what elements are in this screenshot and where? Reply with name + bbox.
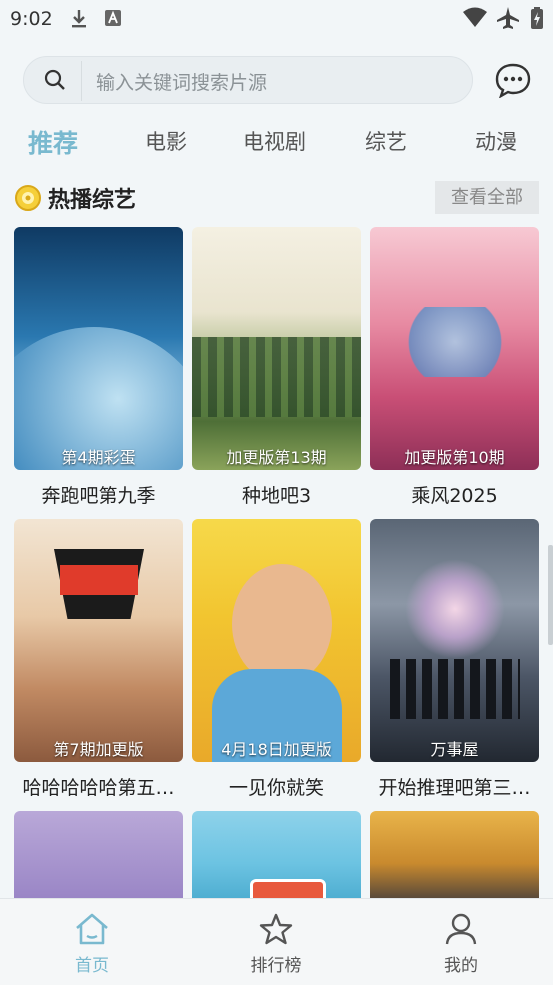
show-title: 开始推理吧第三…	[378, 777, 531, 799]
search-divider	[81, 61, 82, 101]
poster-image: 第4期彩蛋	[14, 227, 183, 470]
nav-ranking[interactable]: 排行榜	[216, 899, 336, 985]
poster-image: 加更版第13期	[192, 227, 361, 470]
wifi-icon	[463, 7, 487, 27]
status-bar: 9:02	[0, 0, 553, 40]
tab-variety[interactable]: 综艺	[365, 126, 407, 156]
star-icon	[259, 913, 293, 945]
poster-caption: 加更版第10期	[404, 448, 505, 467]
tab-tv-series[interactable]: 电视剧	[243, 126, 306, 156]
poster-image	[370, 811, 539, 898]
download-icon	[72, 10, 86, 28]
show-title: 奔跑吧第九季	[41, 485, 156, 507]
status-time: 9:02	[10, 8, 53, 30]
poster-image: 第7期加更版	[14, 519, 183, 762]
show-title: 哈哈哈哈哈第五…	[22, 777, 175, 799]
tab-movies[interactable]: 电影	[145, 126, 187, 156]
airplane-icon	[497, 7, 519, 29]
poster-caption: 万事屋	[430, 740, 479, 759]
keyboard-icon	[105, 10, 121, 26]
nav-ranking-label: 排行榜	[250, 956, 302, 976]
nav-profile[interactable]: 我的	[401, 899, 521, 985]
nav-profile-label: 我的	[444, 956, 478, 976]
tab-recommend[interactable]: 推荐	[28, 124, 78, 160]
scrollbar[interactable]	[548, 545, 553, 645]
nav-home[interactable]: 首页	[32, 899, 152, 985]
message-icon[interactable]	[494, 62, 532, 98]
search-input[interactable]: 输入关键词搜索片源	[96, 68, 267, 95]
poster-caption: 4月18日加更版	[221, 740, 332, 759]
search-bar[interactable]: 输入关键词搜索片源	[23, 56, 473, 104]
category-tabs: 推荐 电影 电视剧 综艺 动漫	[0, 126, 553, 166]
poster-image: 4月18日加更版	[192, 519, 361, 762]
tab-anime[interactable]: 动漫	[475, 126, 517, 156]
show-title: 种地吧3	[241, 485, 312, 507]
show-title: 一见你就笑	[228, 777, 324, 799]
poster-image	[14, 811, 183, 898]
disc-icon	[15, 185, 41, 211]
battery-charging-icon	[531, 7, 543, 29]
home-icon	[76, 913, 108, 945]
bottom-nav: 首页 排行榜 我的	[0, 898, 553, 985]
poster-caption: 加更版第13期	[226, 448, 327, 467]
nav-home-label: 首页	[75, 956, 109, 976]
poster-caption: 第4期彩蛋	[61, 448, 136, 467]
user-icon	[445, 913, 477, 945]
poster-image	[192, 811, 361, 898]
show-title: 乘风2025	[411, 485, 498, 507]
poster-image: 加更版第10期	[370, 227, 539, 470]
section-title: 热播综艺	[48, 188, 137, 213]
see-all-button[interactable]: 查看全部	[435, 181, 539, 214]
poster-caption: 第7期加更版	[53, 740, 144, 759]
search-icon	[44, 69, 65, 90]
poster-image: 万事屋	[370, 519, 539, 762]
